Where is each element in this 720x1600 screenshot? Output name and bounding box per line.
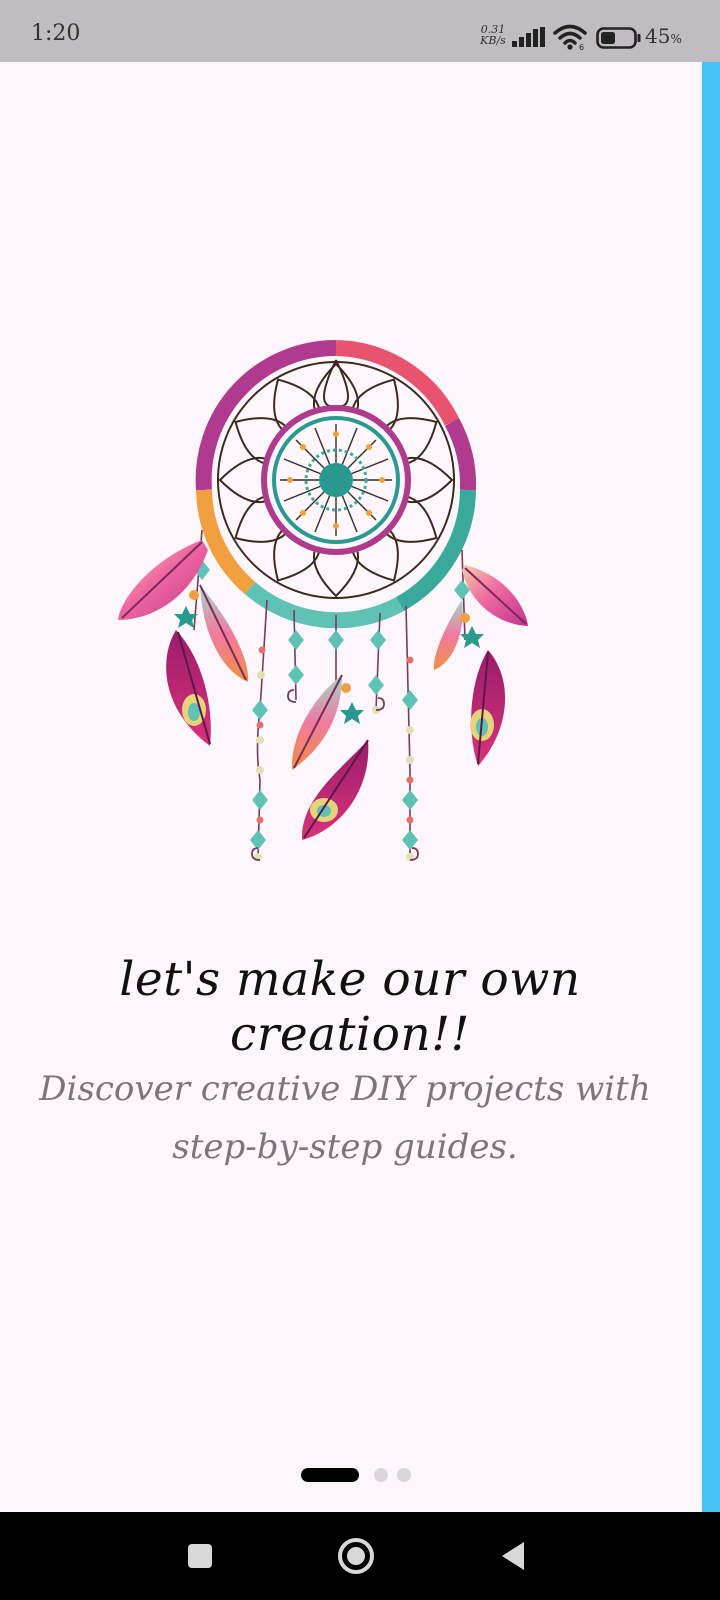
signal-icon (512, 27, 545, 47)
battery-percentage: 45% (645, 24, 682, 48)
battery-icon (596, 27, 641, 49)
subtitle-line-2: step-by-step guides. (172, 1127, 518, 1167)
status-bar: 1:20 0.31 KB/s 6 45% (0, 0, 720, 62)
dreamcatcher-illustration (118, 339, 528, 861)
system-nav-bar (0, 1512, 720, 1600)
square-icon[interactable] (180, 1536, 220, 1576)
svg-text:6: 6 (579, 43, 584, 50)
onboarding-subtitle: Discover creative DIY projects with step… (20, 1060, 670, 1176)
wifi-icon: 6 (553, 24, 587, 50)
battery-percentage-value: 45 (645, 24, 671, 48)
triangle-back-icon[interactable] (494, 1536, 534, 1576)
onboarding-headline: let's make our own creation!! (119, 952, 581, 1062)
status-time: 1:20 (31, 21, 81, 46)
edge-accent-strip (702, 62, 720, 1512)
network-speed: 0.31 KB/s (478, 24, 508, 46)
page-dot-2[interactable] (374, 1468, 388, 1482)
battery-percentage-suffix: % (670, 32, 682, 46)
page-dot-active[interactable] (301, 1468, 359, 1482)
network-speed-unit: KB/s (480, 34, 506, 47)
page-dot-3[interactable] (397, 1468, 411, 1482)
subtitle-line-1: Discover creative DIY projects with (39, 1069, 651, 1109)
circle-icon[interactable] (336, 1536, 376, 1576)
